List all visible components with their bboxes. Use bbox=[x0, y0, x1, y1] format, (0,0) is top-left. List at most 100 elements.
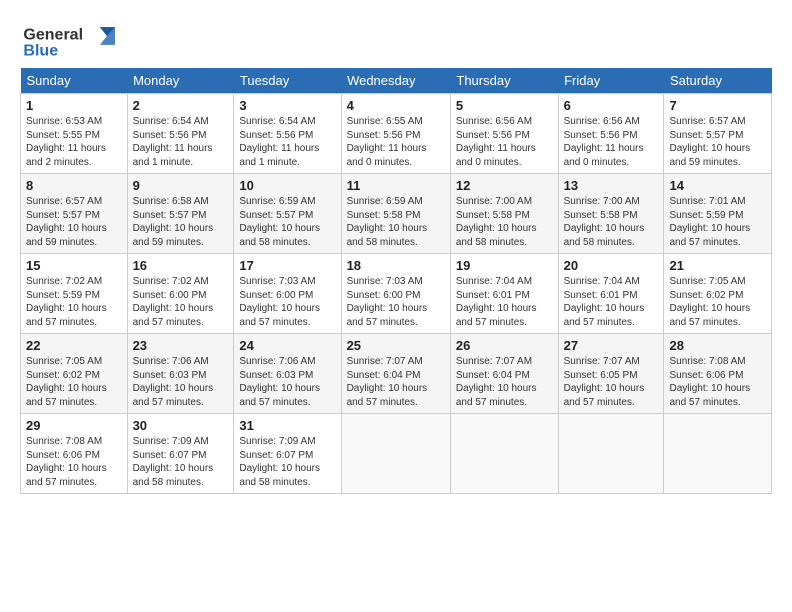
calendar-cell-week0-day6: 7 Sunrise: 6:57 AMSunset: 5:57 PMDaylight… bbox=[664, 94, 772, 174]
day-info: Sunrise: 7:05 AMSunset: 6:02 PMDaylight:… bbox=[26, 355, 122, 409]
calendar-cell-week1-day0: 8Sunrise: 6:57 AMSunset: 5:57 PMDaylight… bbox=[21, 174, 128, 254]
calendar-cell-week1-day6: 14 Sunrise: 7:01 AMSunset: 5:59 PMDayligh… bbox=[664, 174, 772, 254]
day-number: 9 bbox=[133, 178, 229, 193]
day-info: Sunrise: 7:07 AMSunset: 6:04 PMDaylight:… bbox=[347, 355, 445, 409]
calendar-table: SundayMondayTuesdayWednesdayThursdayFrid… bbox=[20, 68, 772, 494]
day-info: Sunrise: 6:58 AMSunset: 5:57 PMDaylight:… bbox=[133, 195, 229, 249]
day-number: 3 bbox=[239, 98, 335, 113]
day-info: Sunrise: 6:56 AMSunset: 5:56 PMDaylight:… bbox=[456, 115, 553, 169]
calendar-cell-week2-day2: 17 Sunrise: 7:03 AMSunset: 6:00 PMDayligh… bbox=[234, 254, 341, 334]
day-info: Sunrise: 7:08 AMSunset: 6:06 PMDaylight:… bbox=[26, 435, 122, 489]
day-number: 29 bbox=[26, 418, 122, 433]
calendar-cell-week4-day2: 31Sunrise: 7:09 AMSunset: 6:07 PMDayligh… bbox=[234, 414, 341, 494]
calendar-cell-week1-day2: 10 Sunrise: 6:59 AMSunset: 5:57 PMDayligh… bbox=[234, 174, 341, 254]
calendar-cell-week0-day2: 3 Sunrise: 6:54 AMSunset: 5:56 PMDaylight… bbox=[234, 94, 341, 174]
day-info: Sunrise: 6:55 AMSunset: 5:56 PMDaylight:… bbox=[347, 115, 445, 169]
day-info: Sunrise: 7:06 AMSunset: 6:03 PMDaylight:… bbox=[239, 355, 335, 409]
day-number: 17 bbox=[239, 258, 335, 273]
day-number: 22 bbox=[26, 338, 122, 353]
day-number: 24 bbox=[239, 338, 335, 353]
day-number: 25 bbox=[347, 338, 445, 353]
day-info: Sunrise: 7:00 AMSunset: 5:58 PMDaylight:… bbox=[456, 195, 553, 249]
calendar-cell-week0-day1: 2 Sunrise: 6:54 AMSunset: 5:56 PMDaylight… bbox=[127, 94, 234, 174]
day-info: Sunrise: 6:53 AMSunset: 5:55 PMDaylight:… bbox=[26, 115, 122, 169]
day-info: Sunrise: 7:07 AMSunset: 6:04 PMDaylight:… bbox=[456, 355, 553, 409]
day-number: 15 bbox=[26, 258, 122, 273]
day-number: 30 bbox=[133, 418, 229, 433]
day-info: Sunrise: 6:56 AMSunset: 5:56 PMDaylight:… bbox=[564, 115, 659, 169]
weekday-header-saturday: Saturday bbox=[664, 68, 772, 94]
day-number: 18 bbox=[347, 258, 445, 273]
calendar-cell-week1-day4: 12 Sunrise: 7:00 AMSunset: 5:58 PMDayligh… bbox=[450, 174, 558, 254]
day-number: 4 bbox=[347, 98, 445, 113]
calendar-cell-week4-day1: 30 Sunrise: 7:09 AMSunset: 6:07 PMDayligh… bbox=[127, 414, 234, 494]
day-info: Sunrise: 7:03 AMSunset: 6:00 PMDaylight:… bbox=[239, 275, 335, 329]
day-number: 20 bbox=[564, 258, 659, 273]
logo: General Blue bbox=[20, 20, 130, 60]
day-number: 1 bbox=[26, 98, 122, 113]
day-info: Sunrise: 7:08 AMSunset: 6:06 PMDaylight:… bbox=[669, 355, 766, 409]
calendar-cell-week0-day5: 6 Sunrise: 6:56 AMSunset: 5:56 PMDaylight… bbox=[558, 94, 664, 174]
day-number: 23 bbox=[133, 338, 229, 353]
calendar-cell-week2-day5: 20 Sunrise: 7:04 AMSunset: 6:01 PMDayligh… bbox=[558, 254, 664, 334]
day-info: Sunrise: 7:01 AMSunset: 5:59 PMDaylight:… bbox=[669, 195, 766, 249]
calendar-cell-week2-day0: 15Sunrise: 7:02 AMSunset: 5:59 PMDayligh… bbox=[21, 254, 128, 334]
calendar-cell-week2-day6: 21 Sunrise: 7:05 AMSunset: 6:02 PMDayligh… bbox=[664, 254, 772, 334]
day-number: 31 bbox=[239, 418, 335, 433]
calendar-cell-week2-day4: 19 Sunrise: 7:04 AMSunset: 6:01 PMDayligh… bbox=[450, 254, 558, 334]
day-number: 6 bbox=[564, 98, 659, 113]
calendar-cell-week0-day0: 1 Sunrise: 6:53 AMSunset: 5:55 PMDaylight… bbox=[21, 94, 128, 174]
day-info: Sunrise: 6:54 AMSunset: 5:56 PMDaylight:… bbox=[133, 115, 229, 169]
day-number: 21 bbox=[669, 258, 766, 273]
day-info: Sunrise: 6:59 AMSunset: 5:57 PMDaylight:… bbox=[239, 195, 335, 249]
weekday-header-wednesday: Wednesday bbox=[341, 68, 450, 94]
day-number: 16 bbox=[133, 258, 229, 273]
day-info: Sunrise: 7:02 AMSunset: 6:00 PMDaylight:… bbox=[133, 275, 229, 329]
calendar-cell-week0-day3: 4 Sunrise: 6:55 AMSunset: 5:56 PMDaylight… bbox=[341, 94, 450, 174]
day-info: Sunrise: 6:54 AMSunset: 5:56 PMDaylight:… bbox=[239, 115, 335, 169]
calendar-cell-week3-day0: 22 Sunrise: 7:05 AMSunset: 6:02 PMDayligh… bbox=[21, 334, 128, 414]
svg-text:General: General bbox=[23, 27, 83, 44]
day-number: 12 bbox=[456, 178, 553, 193]
weekday-header-sunday: Sunday bbox=[21, 68, 128, 94]
day-info: Sunrise: 7:04 AMSunset: 6:01 PMDaylight:… bbox=[456, 275, 553, 329]
day-number: 19 bbox=[456, 258, 553, 273]
page-header: General Blue bbox=[20, 20, 772, 60]
calendar-cell-week3-day6: 28 Sunrise: 7:08 AMSunset: 6:06 PMDayligh… bbox=[664, 334, 772, 414]
calendar-cell-week3-day3: 25 Sunrise: 7:07 AMSunset: 6:04 PMDayligh… bbox=[341, 334, 450, 414]
calendar-cell-week3-day4: 26 Sunrise: 7:07 AMSunset: 6:04 PMDayligh… bbox=[450, 334, 558, 414]
day-info: Sunrise: 7:04 AMSunset: 6:01 PMDaylight:… bbox=[564, 275, 659, 329]
svg-text:Blue: Blue bbox=[23, 43, 58, 60]
day-number: 2 bbox=[133, 98, 229, 113]
weekday-header-friday: Friday bbox=[558, 68, 664, 94]
day-number: 7 bbox=[669, 98, 766, 113]
logo-svg: General Blue bbox=[20, 20, 130, 60]
day-info: Sunrise: 7:06 AMSunset: 6:03 PMDaylight:… bbox=[133, 355, 229, 409]
calendar-cell-week3-day5: 27 Sunrise: 7:07 AMSunset: 6:05 PMDayligh… bbox=[558, 334, 664, 414]
calendar-cell-week3-day2: 24 Sunrise: 7:06 AMSunset: 6:03 PMDayligh… bbox=[234, 334, 341, 414]
day-info: Sunrise: 6:57 AMSunset: 5:57 PMDaylight:… bbox=[669, 115, 766, 169]
calendar-cell-week4-day0: 29 Sunrise: 7:08 AMSunset: 6:06 PMDayligh… bbox=[21, 414, 128, 494]
calendar-cell-week4-day5 bbox=[558, 414, 664, 494]
calendar-cell-week1-day1: 9 Sunrise: 6:58 AMSunset: 5:57 PMDaylight… bbox=[127, 174, 234, 254]
weekday-header-thursday: Thursday bbox=[450, 68, 558, 94]
day-number: 28 bbox=[669, 338, 766, 353]
calendar-cell-week1-day5: 13 Sunrise: 7:00 AMSunset: 5:58 PMDayligh… bbox=[558, 174, 664, 254]
day-info: Sunrise: 7:07 AMSunset: 6:05 PMDaylight:… bbox=[564, 355, 659, 409]
calendar-cell-week3-day1: 23 Sunrise: 7:06 AMSunset: 6:03 PMDayligh… bbox=[127, 334, 234, 414]
weekday-header-monday: Monday bbox=[127, 68, 234, 94]
day-info: Sunrise: 7:09 AMSunset: 6:07 PMDaylight:… bbox=[133, 435, 229, 489]
day-number: 11 bbox=[347, 178, 445, 193]
calendar-cell-week1-day3: 11 Sunrise: 6:59 AMSunset: 5:58 PMDayligh… bbox=[341, 174, 450, 254]
day-number: 14 bbox=[669, 178, 766, 193]
day-number: 27 bbox=[564, 338, 659, 353]
calendar-cell-week0-day4: 5 Sunrise: 6:56 AMSunset: 5:56 PMDaylight… bbox=[450, 94, 558, 174]
day-info: Sunrise: 7:05 AMSunset: 6:02 PMDaylight:… bbox=[669, 275, 766, 329]
day-info: Sunrise: 7:00 AMSunset: 5:58 PMDaylight:… bbox=[564, 195, 659, 249]
day-number: 26 bbox=[456, 338, 553, 353]
day-info: Sunrise: 6:59 AMSunset: 5:58 PMDaylight:… bbox=[347, 195, 445, 249]
day-number: 10 bbox=[239, 178, 335, 193]
day-number: 13 bbox=[564, 178, 659, 193]
day-number: 5 bbox=[456, 98, 553, 113]
calendar-cell-week4-day6 bbox=[664, 414, 772, 494]
